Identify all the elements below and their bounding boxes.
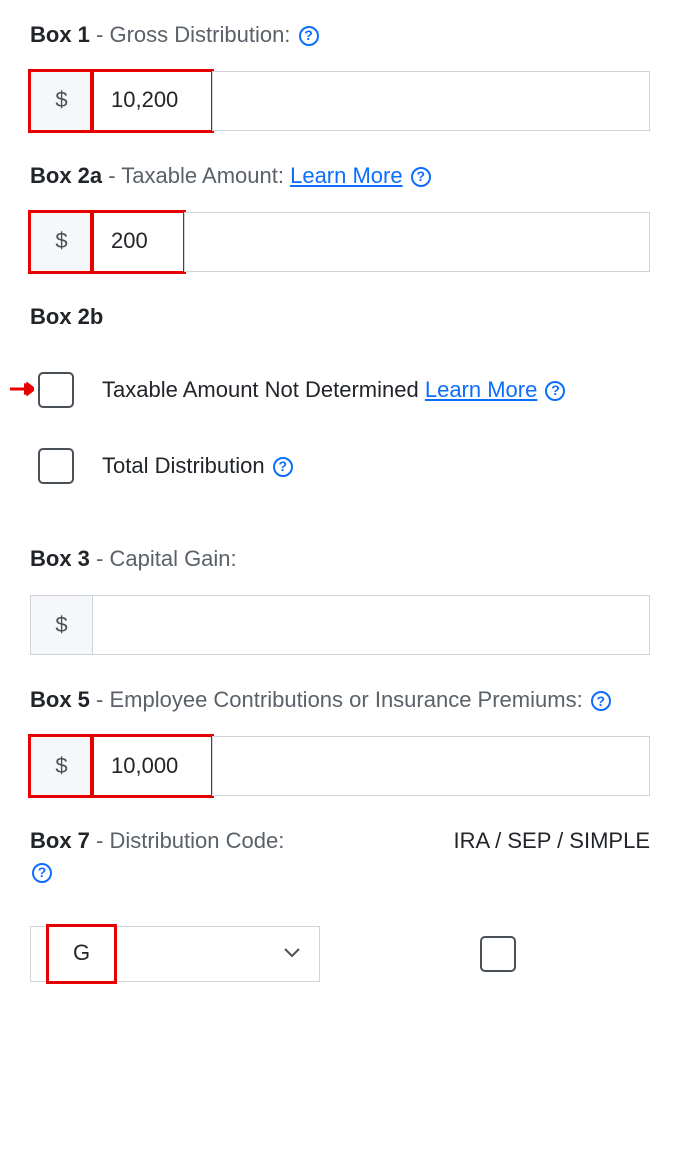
taxable-not-determined-checkbox[interactable] — [38, 372, 74, 408]
box1-value[interactable]: 10,200 — [92, 71, 212, 131]
box7-row: Box 7 - Distribution Code: ? IRA / SEP /… — [30, 826, 650, 908]
box5-label: Box 5 - Employee Contributions or Insura… — [30, 685, 649, 716]
box3-input[interactable] — [92, 595, 650, 655]
help-icon[interactable]: ? — [299, 26, 319, 46]
box2a-field: Box 2a - Taxable Amount: Learn More ? $ … — [30, 161, 649, 272]
box2a-value[interactable]: 200 — [92, 212, 184, 272]
box2a-input-group: $ 200 — [30, 212, 650, 272]
box1-input-group: $ 10,200 — [30, 71, 650, 131]
help-icon[interactable]: ? — [32, 863, 52, 883]
taxable-not-determined-row: Taxable Amount Not Determined Learn More… — [38, 372, 649, 408]
box5-input[interactable] — [212, 736, 650, 796]
currency-prefix: $ — [30, 736, 92, 796]
total-distribution-checkbox[interactable] — [38, 448, 74, 484]
box2b-label: Box 2b — [30, 302, 649, 333]
total-distribution-row: Total Distribution ? — [38, 448, 649, 484]
box7-label: Box 7 - Distribution Code: ? — [30, 826, 309, 888]
arrow-indicator-icon — [10, 379, 34, 401]
box5-input-group: $ 10,000 — [30, 736, 650, 796]
box2a-label: Box 2a - Taxable Amount: Learn More ? — [30, 161, 649, 192]
distribution-code-value: G — [49, 927, 114, 981]
box1-field: Box 1 - Gross Distribution: ? $ 10,200 — [30, 20, 649, 131]
help-icon[interactable]: ? — [591, 691, 611, 711]
ira-sep-simple-checkbox[interactable] — [480, 936, 516, 972]
box7-content: G — [30, 926, 649, 982]
chevron-down-icon — [283, 941, 301, 966]
box2a-input[interactable] — [184, 212, 650, 272]
box1-label: Box 1 - Gross Distribution: ? — [30, 20, 649, 51]
distribution-code-select[interactable]: G — [30, 926, 320, 982]
box1-input[interactable] — [212, 71, 650, 131]
help-icon[interactable]: ? — [545, 381, 565, 401]
box3-field: Box 3 - Capital Gain: $ — [30, 544, 649, 655]
taxable-not-determined-label: Taxable Amount Not Determined — [102, 377, 425, 402]
learn-more-link[interactable]: Learn More — [290, 163, 403, 188]
box3-input-group: $ — [30, 595, 650, 655]
currency-prefix: $ — [30, 595, 92, 655]
box3-label: Box 3 - Capital Gain: — [30, 544, 649, 575]
learn-more-link[interactable]: Learn More — [425, 377, 538, 402]
currency-prefix: $ — [30, 212, 92, 272]
box5-value[interactable]: 10,000 — [92, 736, 212, 796]
ira-sep-simple-label: IRA / SEP / SIMPLE — [454, 826, 650, 857]
currency-prefix: $ — [30, 71, 92, 131]
help-icon[interactable]: ? — [411, 167, 431, 187]
help-icon[interactable]: ? — [273, 457, 293, 477]
total-distribution-label: Total Distribution — [102, 453, 271, 478]
box5-field: Box 5 - Employee Contributions or Insura… — [30, 685, 649, 796]
